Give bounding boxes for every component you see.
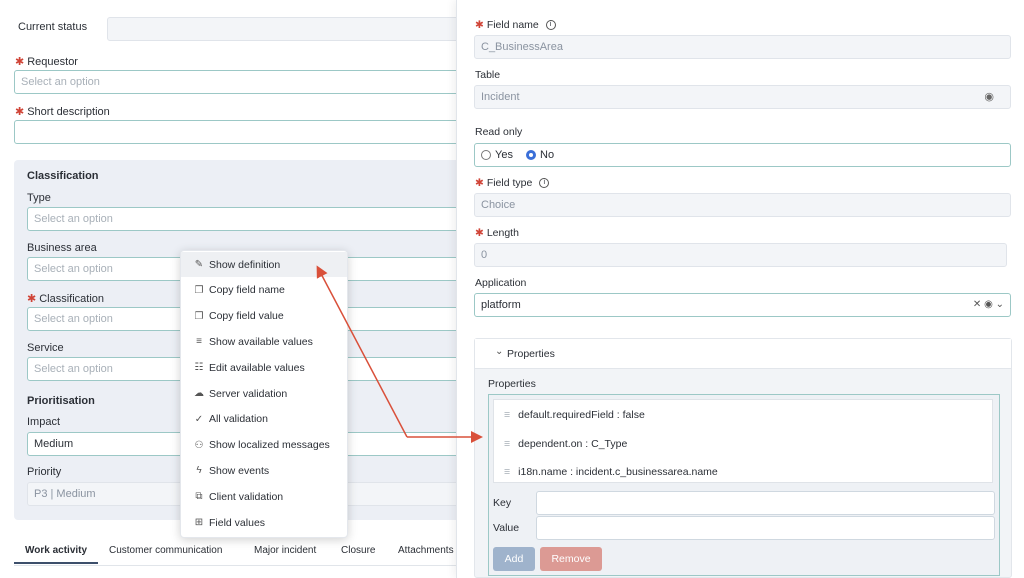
arrow-to-show-definition [316,265,408,438]
annotation-arrows [316,265,483,443]
